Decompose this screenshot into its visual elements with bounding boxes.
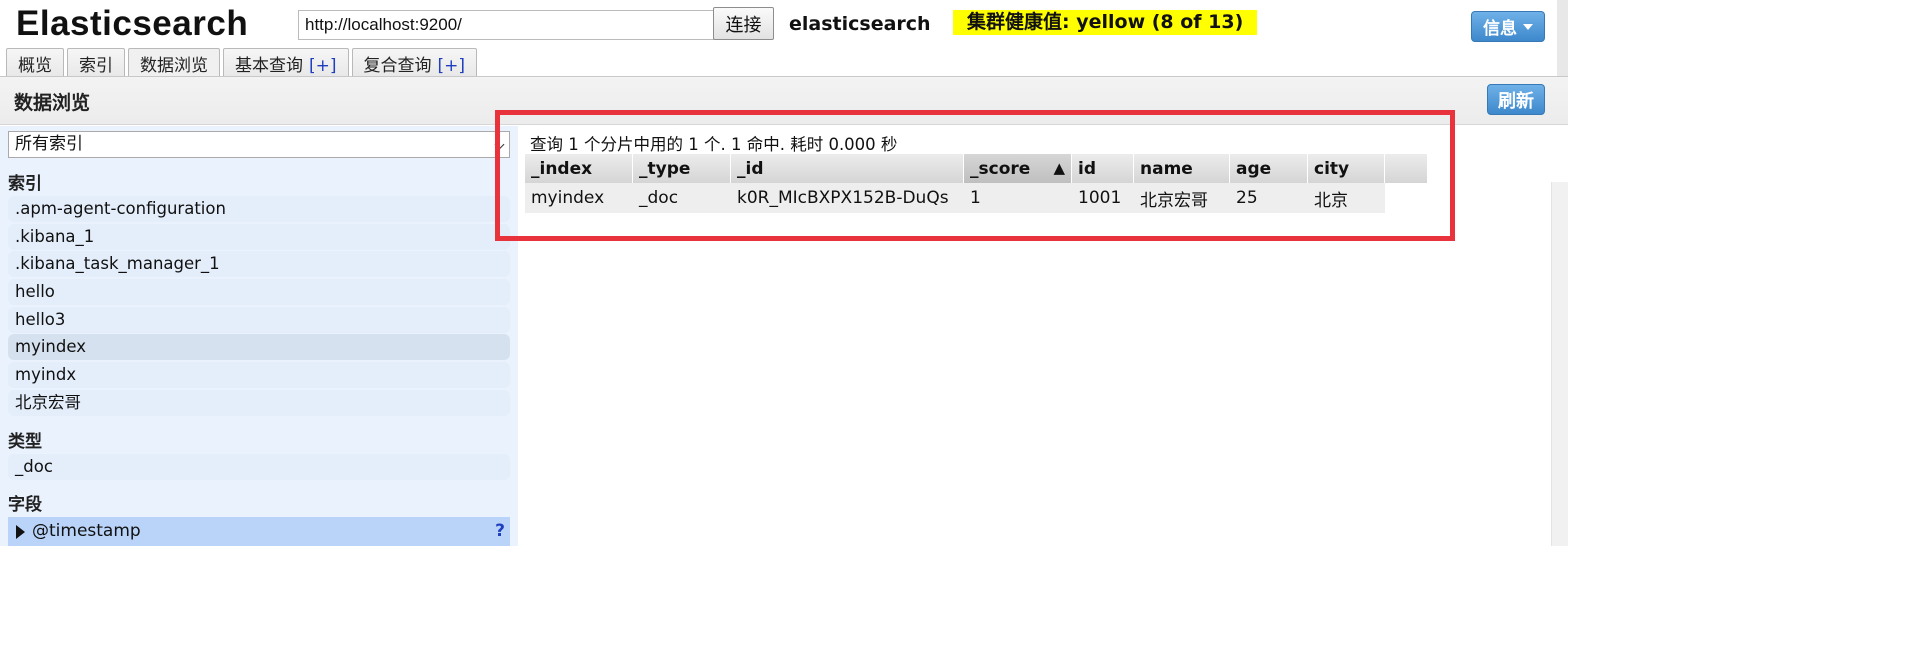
tab-bar: 概览 索引 数据浏览 基本查询 [+] 复合查询 [+]	[6, 48, 478, 78]
caret-down-icon	[1523, 23, 1533, 30]
page-title: 数据浏览	[14, 92, 91, 114]
column-header-score[interactable]: _score ▲	[964, 154, 1072, 183]
vertical-scrollbar[interactable]	[1551, 182, 1568, 546]
chevron-down-icon	[494, 139, 505, 150]
tab-compound-query[interactable]: 复合查询 [+]	[351, 48, 478, 77]
app-title: Elasticsearch	[16, 4, 249, 43]
cluster-url-input[interactable]	[298, 10, 714, 40]
cluster-health-badge: 集群健康值: yellow (8 of 13)	[953, 10, 1258, 35]
sort-ascending-icon: ▲	[1053, 158, 1065, 177]
fields-heading: 字段	[8, 495, 42, 515]
table-row[interactable]: myindex _doc k0R_MIcBXPX152B-DuQs 1 1001…	[525, 183, 1428, 213]
cell-score: 1	[964, 183, 1072, 213]
sidebar-item-index[interactable]: 北京宏哥	[8, 390, 510, 416]
column-header-index[interactable]: _index	[525, 154, 633, 183]
sidebar-item-index[interactable]: .kibana_1	[8, 224, 510, 250]
sidebar-item-index-selected[interactable]: myindex	[8, 334, 510, 360]
column-header-spacer	[1385, 154, 1428, 183]
results-summary: 查询 1 个分片中用的 1 个. 1 命中. 耗时 0.000 秒	[530, 135, 898, 154]
column-header-id[interactable]: _id	[731, 154, 964, 183]
cell-index: myindex	[525, 183, 633, 213]
expand-triangle-icon[interactable]	[16, 525, 25, 539]
cell-id: k0R_MIcBXPX152B-DuQs	[731, 183, 964, 213]
cell-name: 北京宏哥	[1134, 183, 1230, 213]
page-toolbar: 数据浏览 刷新	[0, 77, 1568, 125]
info-dropdown-button[interactable]: 信息	[1471, 11, 1545, 42]
indices-heading: 索引	[8, 174, 42, 194]
scrollbar-top[interactable]	[1557, 0, 1568, 76]
sidebar-item-index[interactable]: myindx	[8, 362, 510, 388]
sidebar-item-index[interactable]: hello	[8, 279, 510, 305]
column-header-city[interactable]: city	[1308, 154, 1385, 183]
cluster-name: elasticsearch	[789, 13, 931, 35]
connect-button[interactable]: 连接	[713, 7, 774, 40]
add-basic-query-link[interactable]: [+]	[309, 56, 337, 76]
sidebar-item-field[interactable]: @timestamp ?	[8, 517, 510, 546]
info-label: 信息	[1483, 19, 1517, 39]
cell-id-field: 1001	[1072, 183, 1134, 213]
sidebar-item-type[interactable]: _doc	[8, 454, 510, 480]
tab-overview[interactable]: 概览	[6, 48, 64, 77]
sidebar: 所有索引 索引 .apm-agent-configuration .kibana…	[0, 126, 518, 546]
index-select[interactable]: 所有索引	[8, 131, 510, 158]
types-heading: 类型	[8, 432, 42, 452]
column-header-type[interactable]: _type	[633, 154, 731, 183]
sidebar-item-index[interactable]: .kibana_task_manager_1	[8, 251, 510, 277]
column-header-name[interactable]: name	[1134, 154, 1230, 183]
sidebar-item-index[interactable]: hello3	[8, 307, 510, 333]
tab-basic-query[interactable]: 基本查询 [+]	[223, 48, 349, 77]
cell-age: 25	[1230, 183, 1308, 213]
sidebar-item-index[interactable]: .apm-agent-configuration	[8, 196, 510, 222]
help-icon[interactable]: ?	[495, 517, 505, 546]
refresh-button[interactable]: 刷新	[1487, 84, 1545, 115]
results-table: _index _type _id _score ▲ id name age cit…	[525, 154, 1428, 213]
add-compound-query-link[interactable]: [+]	[438, 56, 466, 76]
column-header-id-field[interactable]: id	[1072, 154, 1134, 183]
column-header-age[interactable]: age	[1230, 154, 1308, 183]
cell-type: _doc	[633, 183, 731, 213]
tab-data-browser[interactable]: 数据浏览	[128, 48, 220, 78]
tab-indices[interactable]: 索引	[67, 48, 125, 77]
cell-city: 北京	[1308, 183, 1385, 213]
